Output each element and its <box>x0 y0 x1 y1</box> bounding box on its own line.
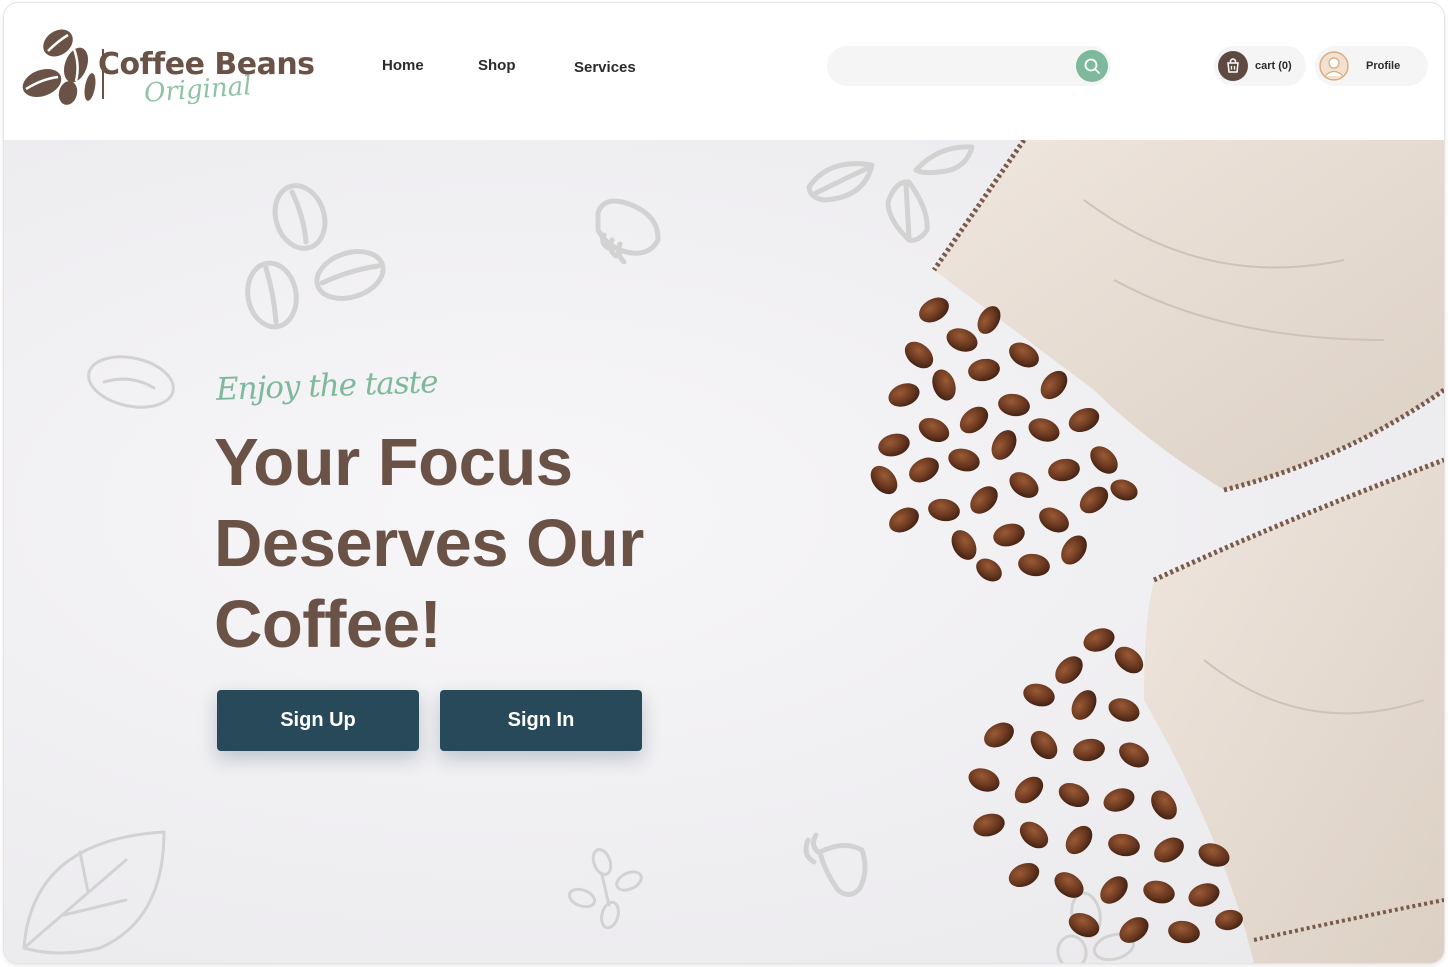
brand-tagline: Original <box>143 71 253 109</box>
search-icon <box>1084 58 1100 74</box>
sign-up-button[interactable]: Sign Up <box>217 690 419 751</box>
brand-logo[interactable]: Coffee Beans Original <box>18 23 315 113</box>
cart-button[interactable]: cart (0) <box>1214 46 1306 86</box>
cart-icon <box>1218 51 1248 81</box>
coffee-bean-icon <box>87 355 175 409</box>
profile-button[interactable]: Profile <box>1315 46 1428 86</box>
coffee-beans-logo-icon <box>22 29 96 105</box>
browser-window: Coffee Beans Original Home Shop Services <box>4 3 1444 963</box>
user-avatar-icon <box>1319 51 1349 81</box>
search-bar <box>827 46 1111 86</box>
nav-home[interactable]: Home <box>382 57 424 74</box>
cart-label: cart (0) <box>1255 60 1292 72</box>
nav-services[interactable]: Services <box>574 59 636 76</box>
coffee-cup-icon <box>595 198 661 265</box>
hero-headline: Your Focus Deserves Our Coffee! <box>214 425 644 662</box>
search-input[interactable] <box>843 56 1063 76</box>
coffee-bean-cluster-icon <box>245 183 386 330</box>
nav-shop[interactable]: Shop <box>478 57 516 74</box>
sign-in-button[interactable]: Sign In <box>440 690 642 751</box>
coffee-plant-icon <box>567 847 643 930</box>
profile-label: Profile <box>1366 60 1401 72</box>
site-header: Coffee Beans Original Home Shop Services <box>4 3 1444 140</box>
search-button[interactable] <box>1076 50 1108 82</box>
hero-section: Enjoy the taste Your Focus Deserves Our … <box>4 140 1444 963</box>
large-leaf-icon <box>22 830 166 955</box>
coffee-beans-hero-image <box>870 140 1444 963</box>
